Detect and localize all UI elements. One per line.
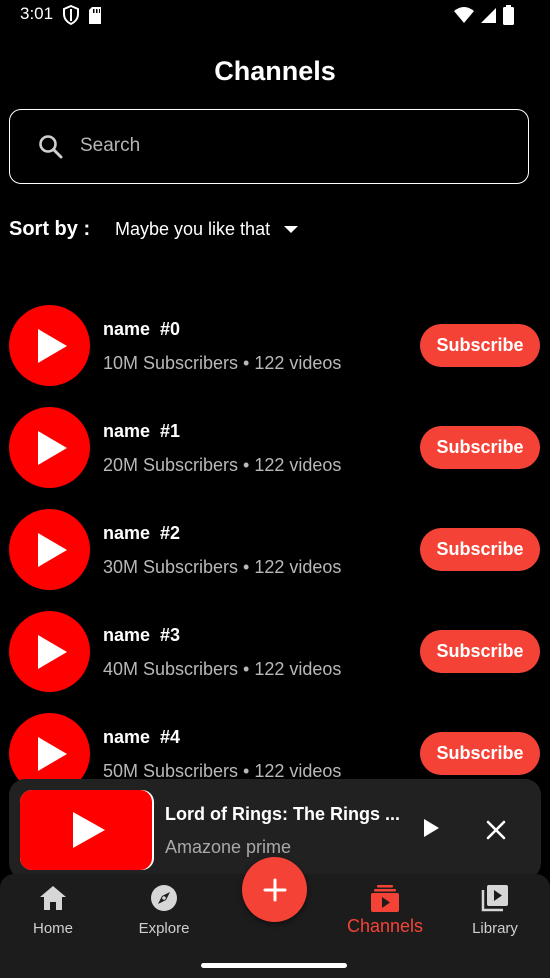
nav-label: Channels	[346, 916, 424, 936]
page-title: Channels	[214, 56, 336, 86]
nav-item-channels[interactable]: Channels	[330, 882, 440, 937]
channel-name: name #2	[103, 523, 181, 543]
status-time: 3:01	[20, 4, 54, 23]
subscribe-button[interactable]: Subscribe	[420, 528, 540, 571]
subscribe-button[interactable]: Subscribe	[420, 630, 540, 673]
mini-player-thumbnail	[20, 790, 154, 870]
channel-stats: 30M Subscribers • 122 videos	[103, 557, 342, 577]
sort-label: Sort by :	[9, 218, 91, 240]
dropdown-caret-icon	[284, 226, 299, 233]
channel-name: name #0	[103, 319, 181, 339]
play-icon[interactable]	[421, 817, 441, 839]
nav-label: Home	[32, 920, 73, 937]
close-icon[interactable]	[485, 819, 507, 841]
channel-stats: 10M Subscribers • 122 videos	[103, 353, 342, 373]
channel-avatar	[9, 305, 90, 386]
mini-player-subtitle: Amazone prime	[165, 837, 292, 857]
compass-icon	[151, 885, 177, 911]
play-icon	[38, 634, 67, 669]
play-icon	[38, 532, 67, 567]
plus-icon	[263, 878, 286, 901]
channel-stats: 40M Subscribers • 122 videos	[103, 659, 342, 679]
subscribe-button[interactable]: Subscribe	[420, 426, 540, 469]
channel-row[interactable]: name #3 40M Subscribers • 122 videos Sub…	[0, 611, 550, 701]
play-icon	[38, 430, 67, 465]
wifi-icon	[454, 7, 474, 23]
nav-item-home[interactable]: Home	[0, 882, 108, 937]
sd-card-icon	[89, 6, 101, 24]
battery-icon	[503, 5, 514, 25]
channel-stats: 20M Subscribers • 122 videos	[103, 455, 342, 475]
channel-avatar	[9, 509, 90, 590]
sort-dropdown[interactable]: Maybe you like that	[115, 219, 299, 240]
status-bar: 3:01	[0, 0, 550, 28]
channel-avatar	[9, 611, 90, 692]
subscribe-button[interactable]: Subscribe	[420, 324, 540, 367]
mini-player-title: Lord of Rings: The Rings ...	[165, 804, 400, 824]
channel-name: name #4	[103, 727, 181, 747]
play-icon	[38, 328, 67, 363]
channel-row[interactable]: name #2 30M Subscribers • 122 videos Sub…	[0, 509, 550, 599]
library-icon	[481, 885, 508, 912]
subscriptions-icon	[371, 885, 399, 912]
channel-row[interactable]: name #1 20M Subscribers • 122 videos Sub…	[0, 407, 550, 497]
signal-icon	[481, 7, 496, 23]
nav-item-library[interactable]: Library	[440, 882, 550, 937]
sort-selected-value: Maybe you like that	[115, 219, 271, 239]
nav-label: Explore	[138, 920, 190, 937]
home-indicator[interactable]	[201, 963, 347, 968]
search-input[interactable]	[80, 128, 510, 164]
play-logo-icon	[73, 812, 105, 848]
channel-row[interactable]: name #0 10M Subscribers • 122 videos Sub…	[0, 305, 550, 395]
search-bar[interactable]	[9, 109, 529, 184]
nav-label: Library	[472, 920, 518, 937]
search-icon	[39, 135, 63, 159]
subscribe-button[interactable]: Subscribe	[420, 732, 540, 775]
nav-item-explore[interactable]: Explore	[109, 882, 219, 937]
shield-icon	[63, 5, 79, 25]
channel-avatar	[9, 407, 90, 488]
add-button[interactable]	[242, 857, 307, 922]
channel-name: name #1	[103, 421, 181, 441]
play-icon	[38, 736, 67, 771]
channel-name: name #3	[103, 625, 181, 645]
home-icon	[40, 886, 66, 910]
